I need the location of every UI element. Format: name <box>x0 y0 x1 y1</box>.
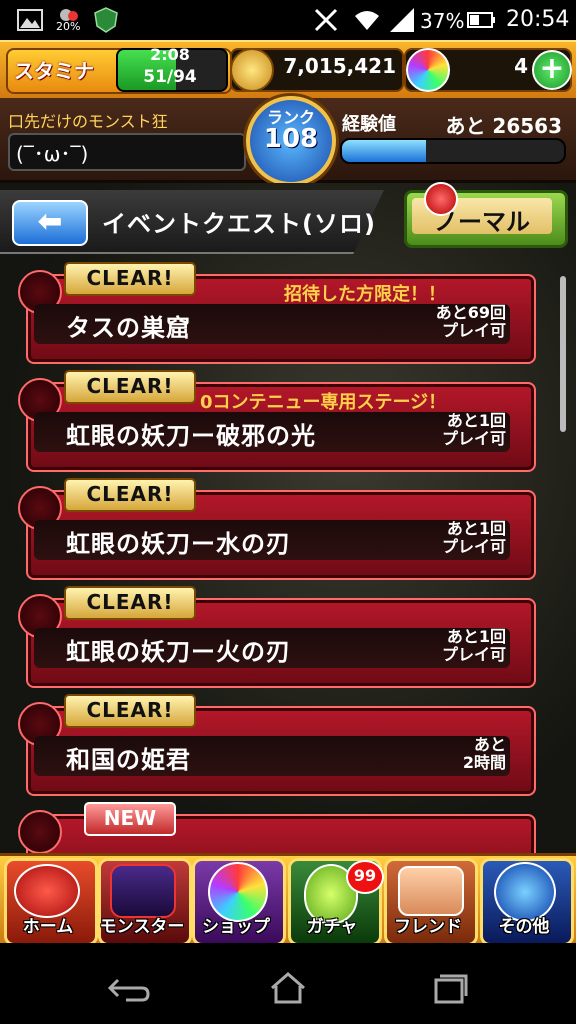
exp-label: 経験値 <box>342 114 396 135</box>
orb-icon <box>406 48 450 92</box>
profile-comment: (‾･ω･‾) <box>16 142 89 166</box>
page-title: イベントクエスト(ソロ) <box>102 210 376 238</box>
wifi-icon <box>352 6 382 34</box>
stamina-count: 51/94 <box>143 67 197 87</box>
quest-item[interactable]: NEW <box>0 802 576 853</box>
monster-icon <box>110 864 176 918</box>
add-orb-button[interactable]: + <box>532 50 572 90</box>
quest-item[interactable]: CLEAR! 和国の姫君 あと 2時間 <box>0 694 576 796</box>
difficulty-dot-icon <box>424 182 458 216</box>
app-shield-icon <box>92 6 120 34</box>
stamina-timer: 2:08 <box>150 45 190 64</box>
quest-item[interactable]: CLEAR! 虹眼の妖刀ー火の刃 あと1回 プレイ可 <box>0 586 576 688</box>
recent-apps-icon[interactable] <box>424 968 472 1016</box>
quest-remaining-count: あと69回 <box>435 303 506 322</box>
clear-badge: CLEAR! <box>64 586 196 620</box>
quest-name: 和国の姫君 <box>66 746 191 774</box>
quest-remaining-count: あと <box>473 735 506 754</box>
quest-remaining-label: 2時間 <box>462 753 506 772</box>
rank-value: 108 <box>263 124 319 154</box>
clear-badge: CLEAR! <box>64 478 196 512</box>
gold-amount: 7,015,421 <box>283 54 396 78</box>
quest-remaining-label: プレイ可 <box>441 321 506 340</box>
home-icon[interactable] <box>264 968 312 1016</box>
username: 口先だけのモンスト狂 <box>8 112 168 131</box>
clear-badge: CLEAR! <box>64 370 196 404</box>
quest-item[interactable]: CLEAR! 0コンテニュー専用ステージ！ 虹眼の妖刀ー破邪の光 あと1回 プレ… <box>0 370 576 472</box>
quest-knob <box>18 810 62 853</box>
quest-name: 虹眼の妖刀ー水の刃 <box>66 530 291 558</box>
nav-friend-label: フレンド <box>394 917 462 937</box>
quest-note: 0コンテニュー専用ステージ！ <box>200 392 447 413</box>
clear-badge: CLEAR! <box>64 262 196 296</box>
nav-monster-label: モンスター <box>99 917 185 937</box>
stamina-label: スタミナ <box>14 59 94 83</box>
new-badge: NEW <box>84 802 176 836</box>
clear-badge: CLEAR! <box>64 694 196 728</box>
back-icon[interactable] <box>104 968 152 1016</box>
orb-count: 4 <box>514 54 528 78</box>
nav-shop-label: ショップ <box>202 917 270 937</box>
scrollbar[interactable] <box>560 276 566 432</box>
no-signal-icon <box>312 6 340 34</box>
exp-remaining: あと 26563 <box>445 114 562 138</box>
quest-remaining-label: プレイ可 <box>441 645 506 664</box>
quest-remaining-count: あと1回 <box>446 627 506 646</box>
nav-other-label: その他 <box>498 917 550 937</box>
coin-icon <box>230 48 274 92</box>
quest-name: 虹眼の妖刀ー破邪の光 <box>66 422 316 450</box>
quest-item[interactable]: CLEAR! 虹眼の妖刀ー水の刃 あと1回 プレイ可 <box>0 478 576 580</box>
quest-item[interactable]: CLEAR! 招待した方限定！！ タスの巣窟 あと69回 プレイ可 <box>0 262 576 364</box>
gallery-icon <box>16 6 44 34</box>
back-button[interactable]: ⬅ <box>12 200 88 246</box>
battery-icon <box>466 6 496 34</box>
temp-badge: 20% <box>56 20 81 33</box>
quest-name: 虹眼の妖刀ー火の刃 <box>66 638 291 666</box>
quest-remaining-count: あと1回 <box>446 519 506 538</box>
handshake-icon <box>398 866 464 916</box>
status-bar: 20% 37% 20:54 <box>0 0 576 40</box>
quest-remaining-label: プレイ可 <box>441 537 506 556</box>
signal-icon <box>388 6 416 34</box>
quest-note: 招待した方限定！！ <box>284 284 446 305</box>
exp-bar-fill <box>342 140 427 162</box>
quest-remaining-count: あと1回 <box>446 411 506 430</box>
quest-name: タスの巣窟 <box>66 314 191 342</box>
battery-percent: 37% <box>420 9 465 33</box>
exp-bar <box>340 138 566 164</box>
gacha-count-badge: 99 <box>346 860 384 894</box>
nav-gacha-label: ガチャ <box>306 917 358 937</box>
clock: 20:54 <box>506 7 570 32</box>
nav-home-label: ホーム <box>22 917 74 937</box>
home-monster-icon <box>14 864 80 918</box>
quest-remaining-label: プレイ可 <box>441 429 506 448</box>
